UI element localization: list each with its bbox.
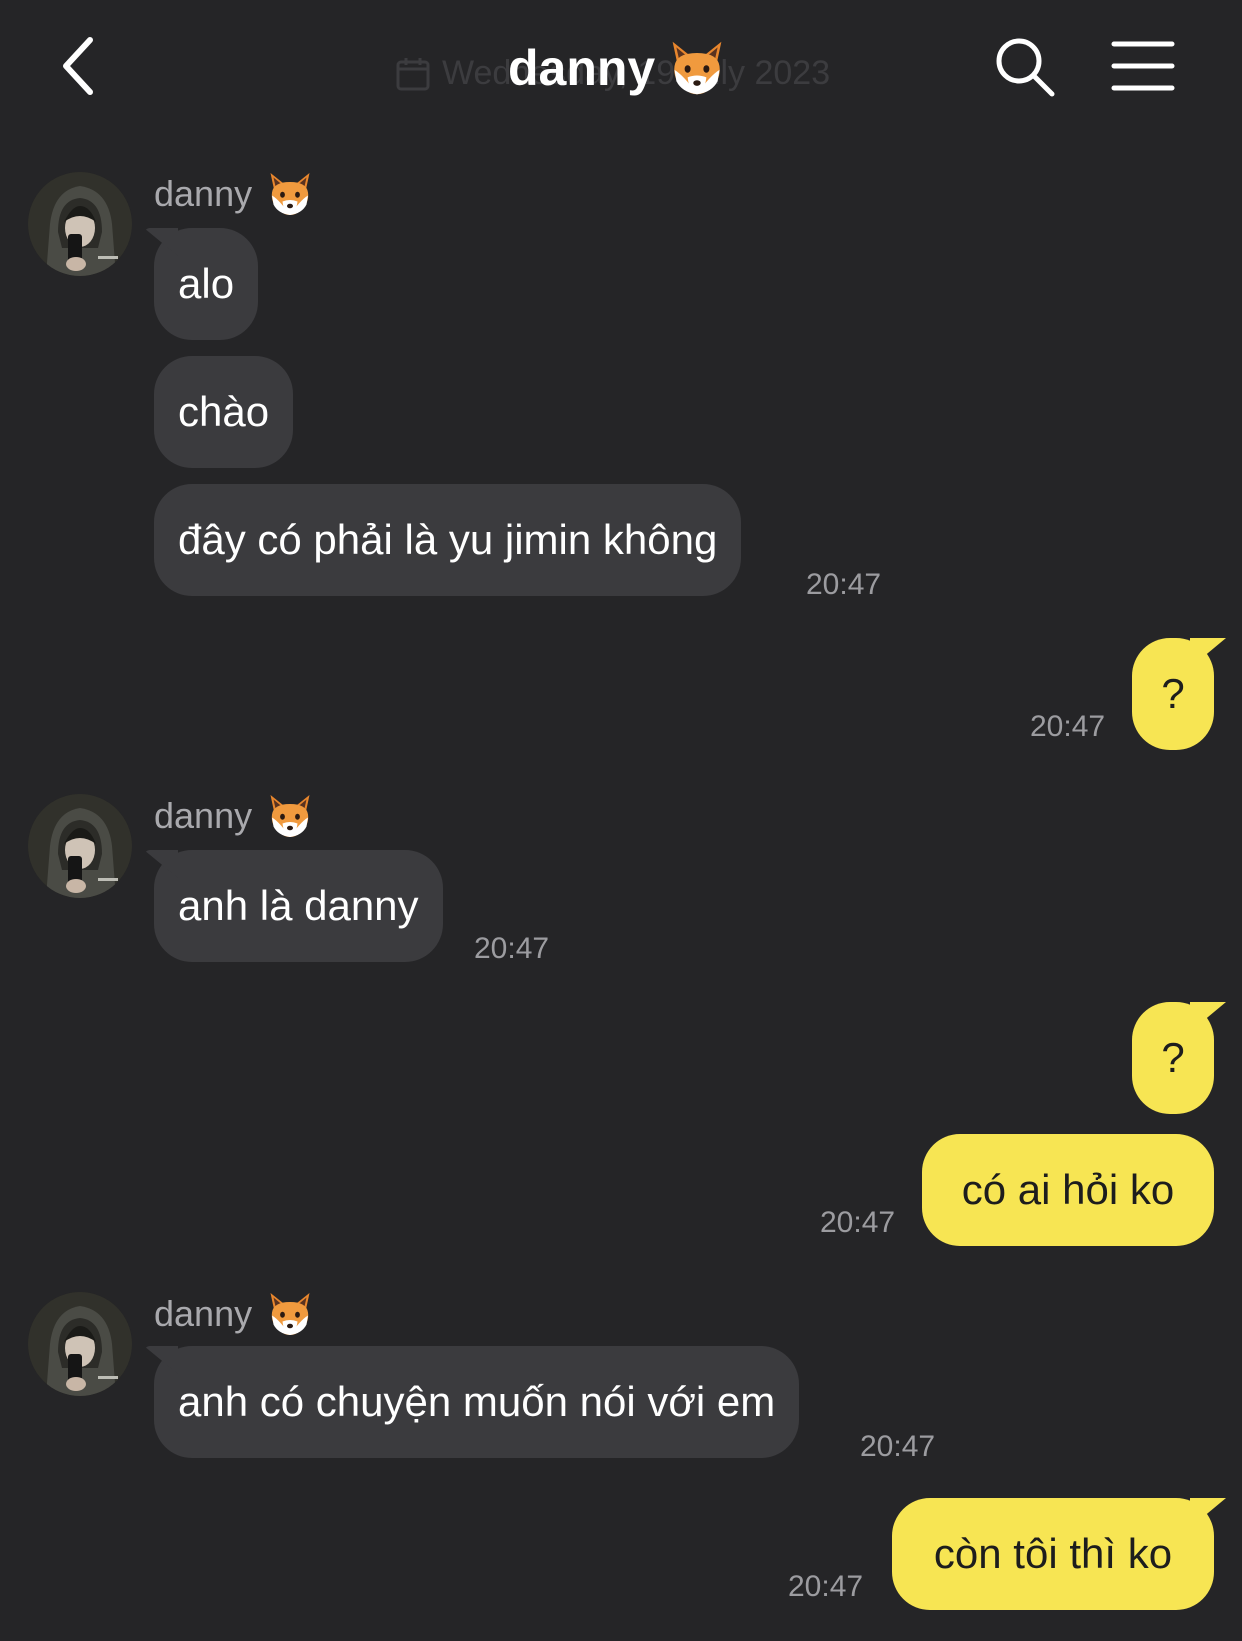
message-timestamp: 20:47 bbox=[806, 568, 882, 601]
message-bubble[interactable]: có ai hỏi ko bbox=[922, 1134, 1214, 1246]
message-bubble[interactable]: alo bbox=[154, 228, 259, 340]
message-timestamp: 20:47 bbox=[1030, 710, 1106, 743]
chevron-left-icon bbox=[63, 37, 93, 95]
message-bubble[interactable]: anh có chuyện muốn nói với em bbox=[154, 1346, 800, 1458]
back-button[interactable] bbox=[48, 30, 108, 102]
sender-name: danny bbox=[154, 170, 314, 218]
fox-icon bbox=[266, 1290, 314, 1338]
chat-title-text: danny bbox=[508, 40, 656, 96]
chat-header: Wednesday, 19 July 2023 danny bbox=[0, 0, 1242, 140]
message-timestamp: 20:47 bbox=[788, 1570, 864, 1603]
message-timestamp: 20:47 bbox=[474, 932, 550, 965]
message-bubble[interactable]: ? bbox=[1132, 638, 1214, 750]
sender-name: danny bbox=[154, 792, 314, 840]
avatar[interactable] bbox=[28, 794, 132, 898]
message-timestamp: 20:47 bbox=[860, 1430, 936, 1463]
message-bubble[interactable]: còn tôi thì ko bbox=[892, 1498, 1214, 1610]
fox-icon bbox=[266, 792, 314, 840]
fox-icon bbox=[667, 38, 727, 98]
calendar-icon bbox=[396, 57, 430, 90]
avatar[interactable] bbox=[28, 172, 132, 276]
avatar[interactable] bbox=[28, 1292, 132, 1396]
message-bubble[interactable]: anh là danny bbox=[154, 850, 443, 962]
hamburger-menu-icon[interactable] bbox=[1110, 38, 1176, 94]
search-icon[interactable] bbox=[992, 34, 1058, 100]
sender-name: danny bbox=[154, 1290, 314, 1338]
message-bubble[interactable]: chào bbox=[154, 356, 294, 468]
message-bubble[interactable]: đây có phải là yu jimin không bbox=[154, 484, 742, 596]
message-bubble[interactable]: ? bbox=[1132, 1002, 1214, 1114]
fox-icon bbox=[266, 170, 314, 218]
message-timestamp: 20:47 bbox=[820, 1206, 896, 1239]
chat-title[interactable]: danny bbox=[508, 38, 727, 98]
